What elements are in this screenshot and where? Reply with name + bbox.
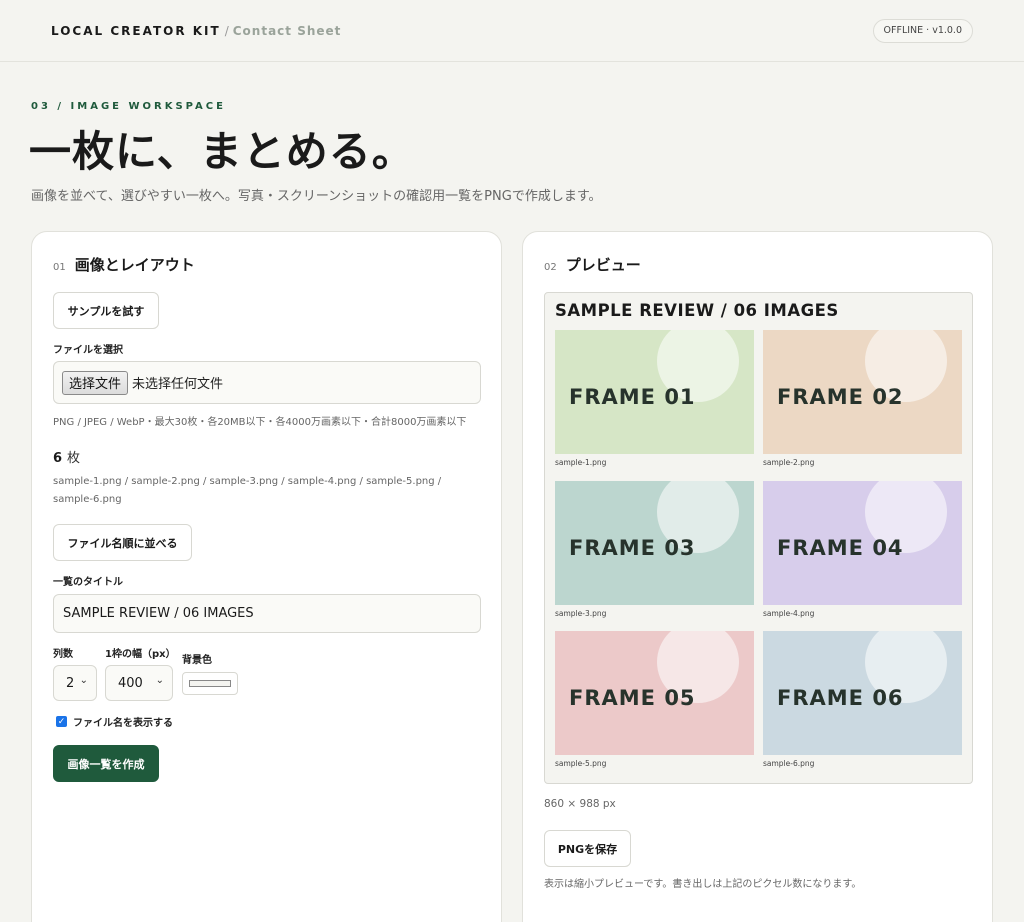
panel-title: プレビュー: [565, 256, 641, 274]
preview-sheet-title: SAMPLE REVIEW / 06 IMAGES: [555, 301, 839, 320]
create-sheet-button[interactable]: 画像一覧を作成: [53, 745, 159, 782]
image-count-value: 6: [53, 451, 63, 466]
section-eyebrow: 03 / IMAGE WORKSPACE: [31, 101, 226, 112]
columns-label: 列数: [53, 649, 73, 660]
file-input-status: 未选择任何文件: [132, 377, 224, 392]
page-title: 一枚に、まとめる。: [29, 127, 415, 176]
preview-tile: FRAME 01: [555, 330, 754, 454]
brand-name: LOCAL CREATOR KIT: [51, 23, 221, 38]
brand-separator: /: [224, 23, 229, 38]
page-description: 画像を並べて、選びやすい一枚へ。写真・スクリーンショットの確認用一覧をPNGで作…: [31, 189, 602, 204]
tile-caption: sample-3.png: [555, 609, 607, 618]
top-bar: LOCAL CREATOR KIT / Contact Sheet OFFLIN…: [0, 0, 1024, 62]
chevron-down-icon: ⌄: [79, 675, 88, 686]
save-png-button[interactable]: PNGを保存: [544, 830, 631, 867]
status-badge: OFFLINE · v1.0.0: [872, 19, 973, 43]
file-select-label: ファイルを選択: [53, 345, 123, 356]
tile-caption: sample-2.png: [763, 458, 815, 467]
layout-panel: 01 画像とレイアウト サンプルを試す ファイルを選択 选择文件 未选择任何文件…: [31, 231, 502, 922]
selected-file-list: sample-1.png / sample-2.png / sample-3.p…: [53, 476, 442, 505]
output-dimensions: 860 × 988 px: [544, 798, 616, 810]
tile-frame-label: FRAME 06: [777, 686, 904, 710]
tile-frame-label: FRAME 03: [569, 536, 696, 560]
preview-tile: FRAME 05: [555, 631, 754, 755]
image-count-unit: 枚: [67, 451, 81, 466]
choose-file-button[interactable]: 选择文件: [62, 370, 129, 395]
sheet-title-input[interactable]: SAMPLE REVIEW / 06 IMAGES: [53, 594, 481, 633]
panel-title: 画像とレイアウト: [74, 256, 195, 274]
background-color-label: 背景色: [182, 655, 212, 666]
show-filenames-checkbox[interactable]: ✓: [56, 716, 67, 727]
tile-frame-label: FRAME 04: [777, 536, 904, 560]
show-filenames-option[interactable]: ✓ ファイル名を表示する: [56, 714, 173, 729]
tile-frame-label: FRAME 05: [569, 686, 696, 710]
frame-width-label: 1枠の幅（px）: [105, 649, 176, 660]
preview-tile: FRAME 02: [763, 330, 962, 454]
columns-select-value: 2: [66, 675, 75, 691]
frame-width-select-value: 400: [118, 675, 143, 691]
preview-note: 表示は縮小プレビューです。書き出しは上記のピクセル数になります。: [544, 879, 862, 890]
image-count: 6 枚: [53, 447, 80, 466]
tile-caption: sample-5.png: [555, 759, 607, 768]
preview-panel-header: 02 プレビュー: [544, 254, 641, 275]
try-sample-button[interactable]: サンプルを試す: [53, 292, 159, 329]
frame-width-select[interactable]: 400 ⌄: [105, 665, 173, 701]
tile-frame-label: FRAME 02: [777, 385, 904, 409]
tile-caption: sample-6.png: [763, 759, 815, 768]
brand-subtitle: Contact Sheet: [232, 23, 342, 38]
panel-number: 02: [544, 262, 557, 273]
contact-sheet-preview: SAMPLE REVIEW / 06 IMAGES FRAME 01 sample…: [544, 292, 973, 784]
columns-select[interactable]: 2 ⌄: [53, 665, 97, 701]
tile-caption: sample-4.png: [763, 609, 815, 618]
background-color-picker[interactable]: [182, 672, 238, 695]
preview-tile: FRAME 03: [555, 481, 754, 605]
preview-tile: FRAME 04: [763, 481, 962, 605]
show-filenames-label: ファイル名を表示する: [73, 718, 173, 729]
panel-number: 01: [53, 262, 66, 273]
tile-caption: sample-1.png: [555, 458, 607, 467]
file-requirements-note: PNG / JPEG / WebP・最大30枚・各20MB以下・各4000万画素…: [53, 417, 467, 428]
preview-panel: 02 プレビュー SAMPLE REVIEW / 06 IMAGES FRAME…: [522, 231, 993, 922]
sheet-title-label: 一覧のタイトル: [53, 577, 123, 588]
chevron-down-icon: ⌄: [155, 675, 164, 686]
layout-panel-header: 01 画像とレイアウト: [53, 254, 195, 275]
tile-frame-label: FRAME 01: [569, 385, 696, 409]
background-color-swatch: [189, 680, 231, 687]
sort-by-filename-button[interactable]: ファイル名順に並べる: [53, 524, 192, 561]
preview-tile: FRAME 06: [763, 631, 962, 755]
file-input[interactable]: 选择文件 未选择任何文件: [53, 361, 481, 404]
